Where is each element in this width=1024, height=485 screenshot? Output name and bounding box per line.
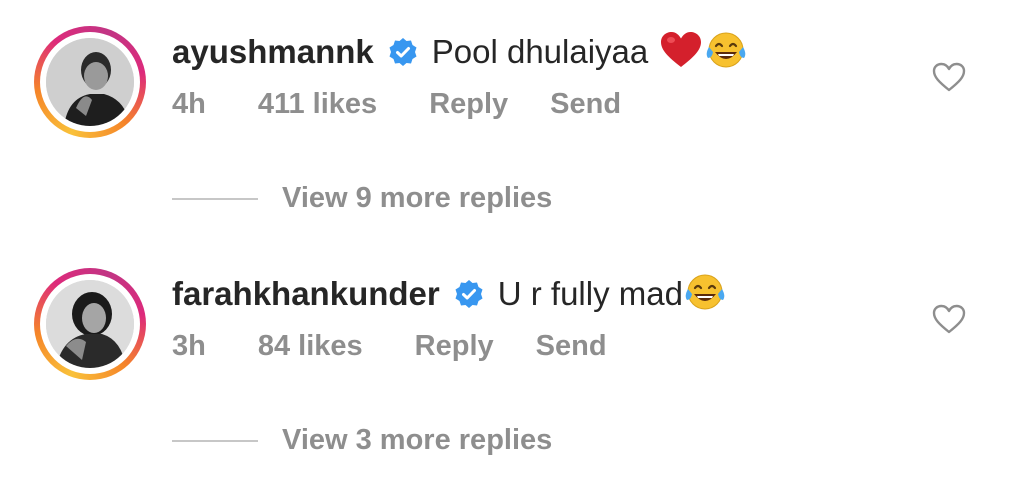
like-heart-icon[interactable] [932,304,966,334]
view-replies-label[interactable]: View 9 more replies [282,182,552,215]
username[interactable]: ayushmannk [172,33,374,71]
tears-of-joy-emoji [704,30,748,75]
verified-badge-icon [388,37,418,67]
reply-button[interactable]: Reply [415,330,494,363]
username[interactable]: farahkhankunder [172,275,440,313]
tears-of-joy-emoji [683,272,727,317]
comment-item: ayushmannk Pool dhulaiyaa 4h 411 likes R… [0,0,1024,214]
avatar-photo [46,38,134,126]
divider [172,439,258,442]
comment-text: U r fully mad [497,275,683,312]
likes-count[interactable]: 84 likes [258,330,363,363]
comment-time: 4h [172,88,206,120]
like-heart-icon[interactable] [932,62,966,92]
avatar[interactable] [34,26,146,138]
avatar-photo [46,280,134,368]
likes-count[interactable]: 411 likes [258,88,377,121]
view-replies[interactable]: View 9 more replies [172,182,552,215]
avatar[interactable] [34,268,146,380]
reply-button[interactable]: Reply [429,88,508,121]
verified-badge-icon [454,279,484,309]
view-replies[interactable]: View 3 more replies [172,424,552,457]
send-button[interactable]: Send [550,88,621,121]
comment-item: farahkhankunder U r fully mad 3h 84 like… [0,242,1024,456]
divider [172,197,258,200]
red-heart-emoji [660,31,702,74]
view-replies-label[interactable]: View 3 more replies [282,424,552,457]
send-button[interactable]: Send [536,330,607,363]
comment-time: 3h [172,330,206,362]
comment-text: Pool dhulaiyaa [431,33,649,70]
